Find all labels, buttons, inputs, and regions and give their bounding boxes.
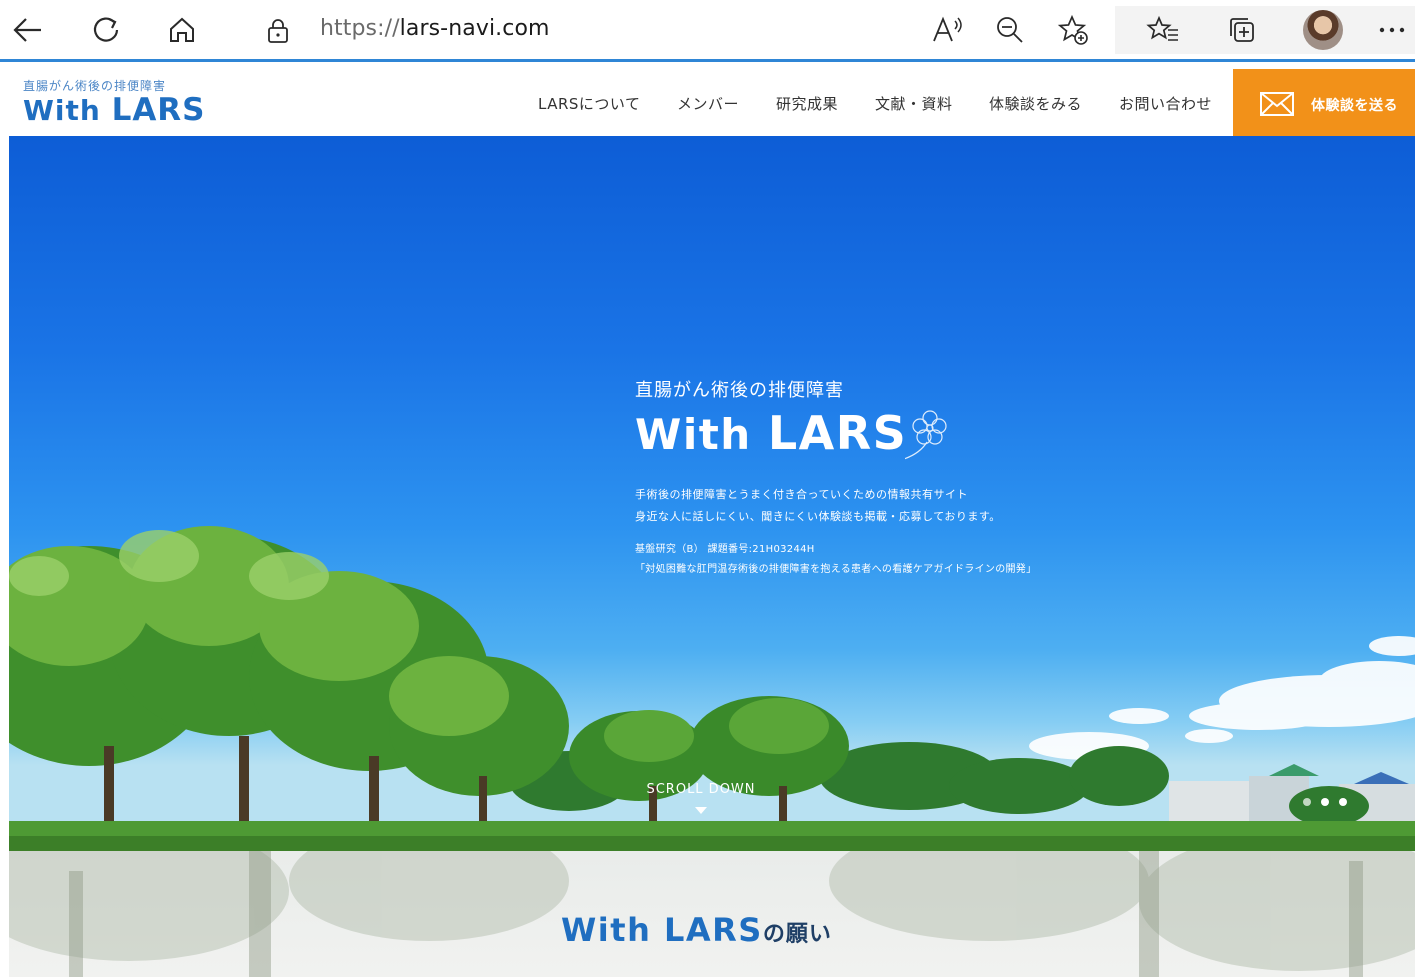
hero-section: 直腸がん術後の排便障害 With LARS 手術後の排便障害とうまく付き合ってい…: [9, 136, 1415, 851]
send-story-label: 体験談を送る: [1311, 98, 1398, 114]
slider-dot-1[interactable]: [1303, 798, 1311, 806]
address-bar[interactable]: https://lars-navi.com: [232, 6, 1110, 54]
hero-grant-info: 基盤研究（B） 課題番号:21H03244H 「対処困難な肛門温存術後の排便障害…: [635, 544, 1037, 575]
slider-dot-3[interactable]: [1339, 798, 1347, 806]
nav-view-stories[interactable]: 体験談をみる: [989, 93, 1082, 114]
nav-contact[interactable]: お問い合わせ: [1119, 93, 1212, 114]
favorites-icon[interactable]: [1143, 8, 1183, 52]
hero-title: With LARS: [635, 406, 908, 460]
hero-subtitle: 直腸がん術後の排便障害: [635, 380, 844, 401]
collections-icon[interactable]: [1222, 8, 1262, 52]
url-text: https://lars-navi.com: [320, 16, 550, 41]
wish-section: With LARSの願い: [9, 851, 1415, 977]
flower-icon: [890, 404, 955, 468]
site-header: 直腸がん術後の排便障害 With LARS LARSについて メンバー 研究成果…: [9, 65, 1415, 136]
add-favorite-icon[interactable]: [1054, 8, 1094, 52]
send-story-button[interactable]: 体験談を送る: [1233, 69, 1415, 136]
slider-dots: [1303, 798, 1347, 806]
hero-content: 直腸がん術後の排便障害 With LARS 手術後の排便障害とうまく付き合ってい…: [635, 376, 1036, 580]
read-aloud-icon[interactable]: [928, 8, 968, 52]
profile-avatar[interactable]: [1303, 10, 1343, 50]
nav-members[interactable]: メンバー: [677, 93, 739, 114]
scroll-down-link[interactable]: SCROLL DOWN: [639, 782, 763, 814]
nav-research-results[interactable]: 研究成果: [776, 93, 838, 114]
zoom-out-icon[interactable]: [990, 8, 1030, 52]
refresh-icon[interactable]: [86, 8, 126, 52]
mail-icon: [1259, 91, 1295, 121]
more-icon[interactable]: [1372, 8, 1412, 52]
wish-heading: With LARSの願い: [561, 911, 832, 949]
back-arrow-icon[interactable]: [8, 8, 48, 52]
scroll-down-label: SCROLL DOWN: [646, 782, 756, 797]
slider-dot-2[interactable]: [1321, 798, 1329, 806]
nav-literature[interactable]: 文献・資料: [875, 93, 953, 114]
site-logo[interactable]: 直腸がん術後の排便障害 With LARS: [23, 79, 206, 126]
hero-description: 手術後の排便障害とうまく付き合っていくための情報共有サイト 身近な人に話しにくい…: [635, 488, 1001, 523]
logo-subtitle: 直腸がん術後の排便障害: [23, 79, 167, 93]
home-icon[interactable]: [162, 8, 202, 52]
nav-about-lars[interactable]: LARSについて: [538, 93, 640, 114]
logo-title: With LARS: [23, 92, 206, 128]
lock-icon[interactable]: [266, 18, 290, 48]
browser-toolbar: https://lars-navi.com: [0, 0, 1415, 62]
down-arrow-icon: [695, 807, 707, 814]
